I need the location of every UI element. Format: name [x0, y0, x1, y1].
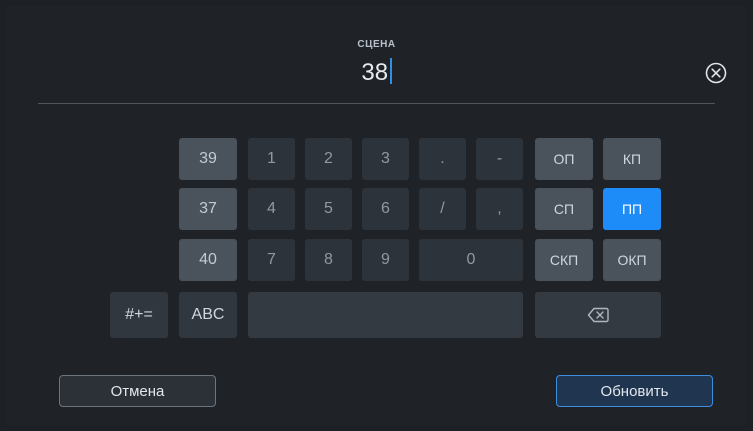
- cancel-button[interactable]: Отмена: [59, 375, 216, 407]
- backspace-icon: [587, 307, 609, 323]
- digit-key-1[interactable]: 1: [248, 138, 295, 180]
- slash-key[interactable]: /: [419, 188, 466, 230]
- digit-key-3[interactable]: 3: [362, 138, 409, 180]
- digit-key-4[interactable]: 4: [248, 188, 295, 230]
- comma-key[interactable]: ,: [476, 188, 523, 230]
- digit-key-0[interactable]: 0: [419, 239, 523, 281]
- clear-circle-x-icon: [705, 62, 727, 84]
- digit-key-8[interactable]: 8: [305, 239, 352, 281]
- shot-type-key-okp[interactable]: ОКП: [603, 239, 661, 281]
- digit-key-5[interactable]: 5: [305, 188, 352, 230]
- symbols-key[interactable]: #+=: [110, 292, 168, 338]
- clear-button[interactable]: [705, 62, 727, 84]
- dash-key[interactable]: -: [476, 138, 523, 180]
- digit-key-9[interactable]: 9: [362, 239, 409, 281]
- divider: [38, 103, 715, 104]
- scene-input[interactable]: 38: [0, 58, 753, 87]
- recent-value-key[interactable]: 37: [179, 188, 237, 230]
- scene-input-value: 38: [361, 59, 389, 86]
- shot-type-key-skp[interactable]: СКП: [535, 239, 593, 281]
- digit-key-2[interactable]: 2: [305, 138, 352, 180]
- recent-value-key[interactable]: 39: [179, 138, 237, 180]
- shot-type-key-pp[interactable]: ПП: [603, 188, 661, 230]
- shot-type-key-op[interactable]: ОП: [535, 138, 593, 180]
- period-key[interactable]: .: [419, 138, 466, 180]
- text-cursor: [390, 58, 392, 84]
- shot-type-key-sp[interactable]: СП: [535, 188, 593, 230]
- digit-key-6[interactable]: 6: [362, 188, 409, 230]
- recent-value-key[interactable]: 40: [179, 239, 237, 281]
- digit-key-7[interactable]: 7: [248, 239, 295, 281]
- abc-key[interactable]: ABC: [179, 292, 237, 338]
- update-button[interactable]: Обновить: [556, 375, 713, 407]
- backspace-key[interactable]: [535, 292, 661, 338]
- space-key[interactable]: [248, 292, 523, 338]
- shot-type-key-kp[interactable]: КП: [603, 138, 661, 180]
- field-label: СЦЕНА: [357, 39, 396, 50]
